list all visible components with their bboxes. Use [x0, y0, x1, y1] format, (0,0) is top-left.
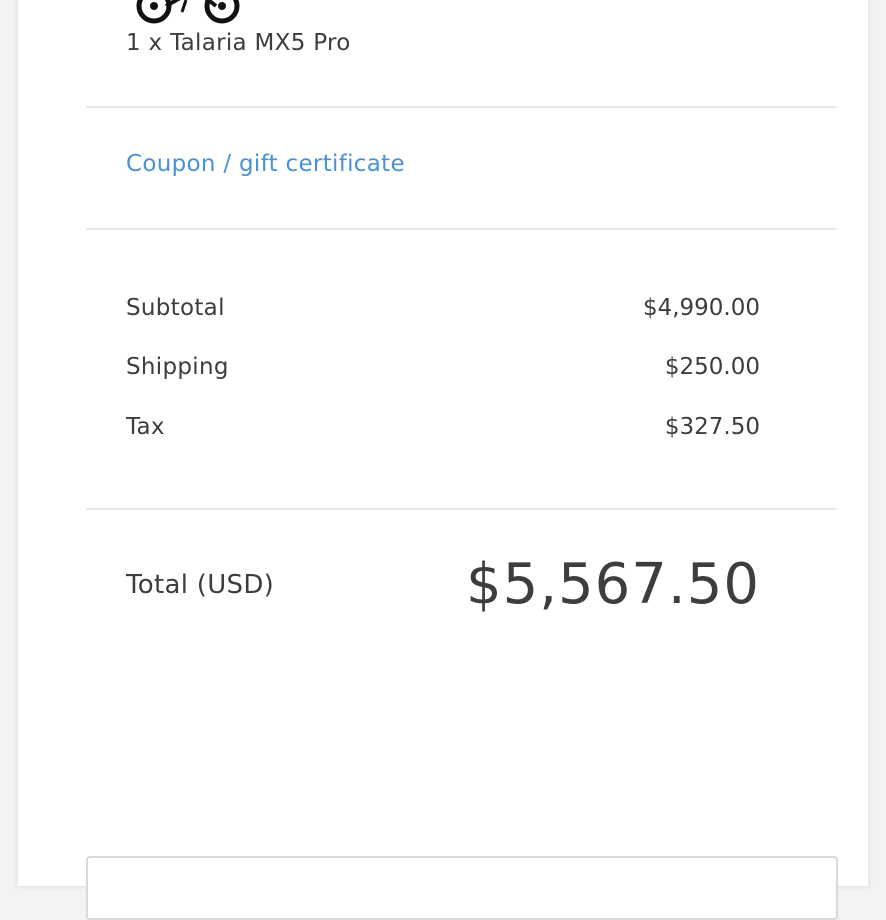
- order-summary-panel: 1 x Talaria MX5 Pro Coupon / gift certif…: [18, 0, 868, 920]
- shipping-value: $250.00: [664, 354, 760, 380]
- tax-value: $327.50: [664, 414, 760, 440]
- subtotal-value: $4,990.00: [642, 295, 760, 321]
- divider: [86, 228, 836, 230]
- divider: [86, 508, 836, 510]
- dirt-bike-icon: [136, 0, 240, 24]
- total-value: $5,567.50: [465, 552, 760, 617]
- tax-label: Tax: [126, 414, 165, 440]
- subtotal-label: Subtotal: [126, 295, 225, 321]
- next-section-box: [86, 856, 838, 920]
- total-label: Total (USD): [126, 570, 275, 600]
- coupon-link[interactable]: Coupon / gift certificate: [126, 151, 405, 177]
- divider: [86, 106, 836, 108]
- shipping-label: Shipping: [126, 354, 229, 380]
- order-item-name: 1 x Talaria MX5 Pro: [126, 30, 351, 56]
